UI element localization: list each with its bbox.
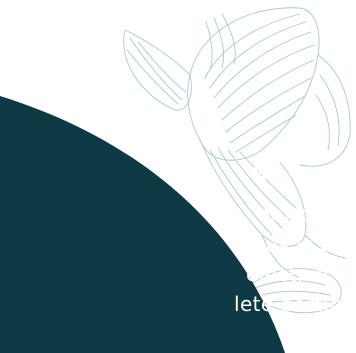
body-line-4: lete portfolio — [234, 292, 356, 316]
intro-text-block: w om our cus is on election of lete port… — [0, 0, 356, 353]
body-line-1: om our — [258, 202, 332, 226]
section-heading: w — [252, 160, 272, 184]
body-line-2: cus is on — [254, 232, 346, 256]
body-line-3: election of — [246, 262, 356, 286]
page-fragment: w om our cus is on election of lete port… — [0, 0, 356, 353]
